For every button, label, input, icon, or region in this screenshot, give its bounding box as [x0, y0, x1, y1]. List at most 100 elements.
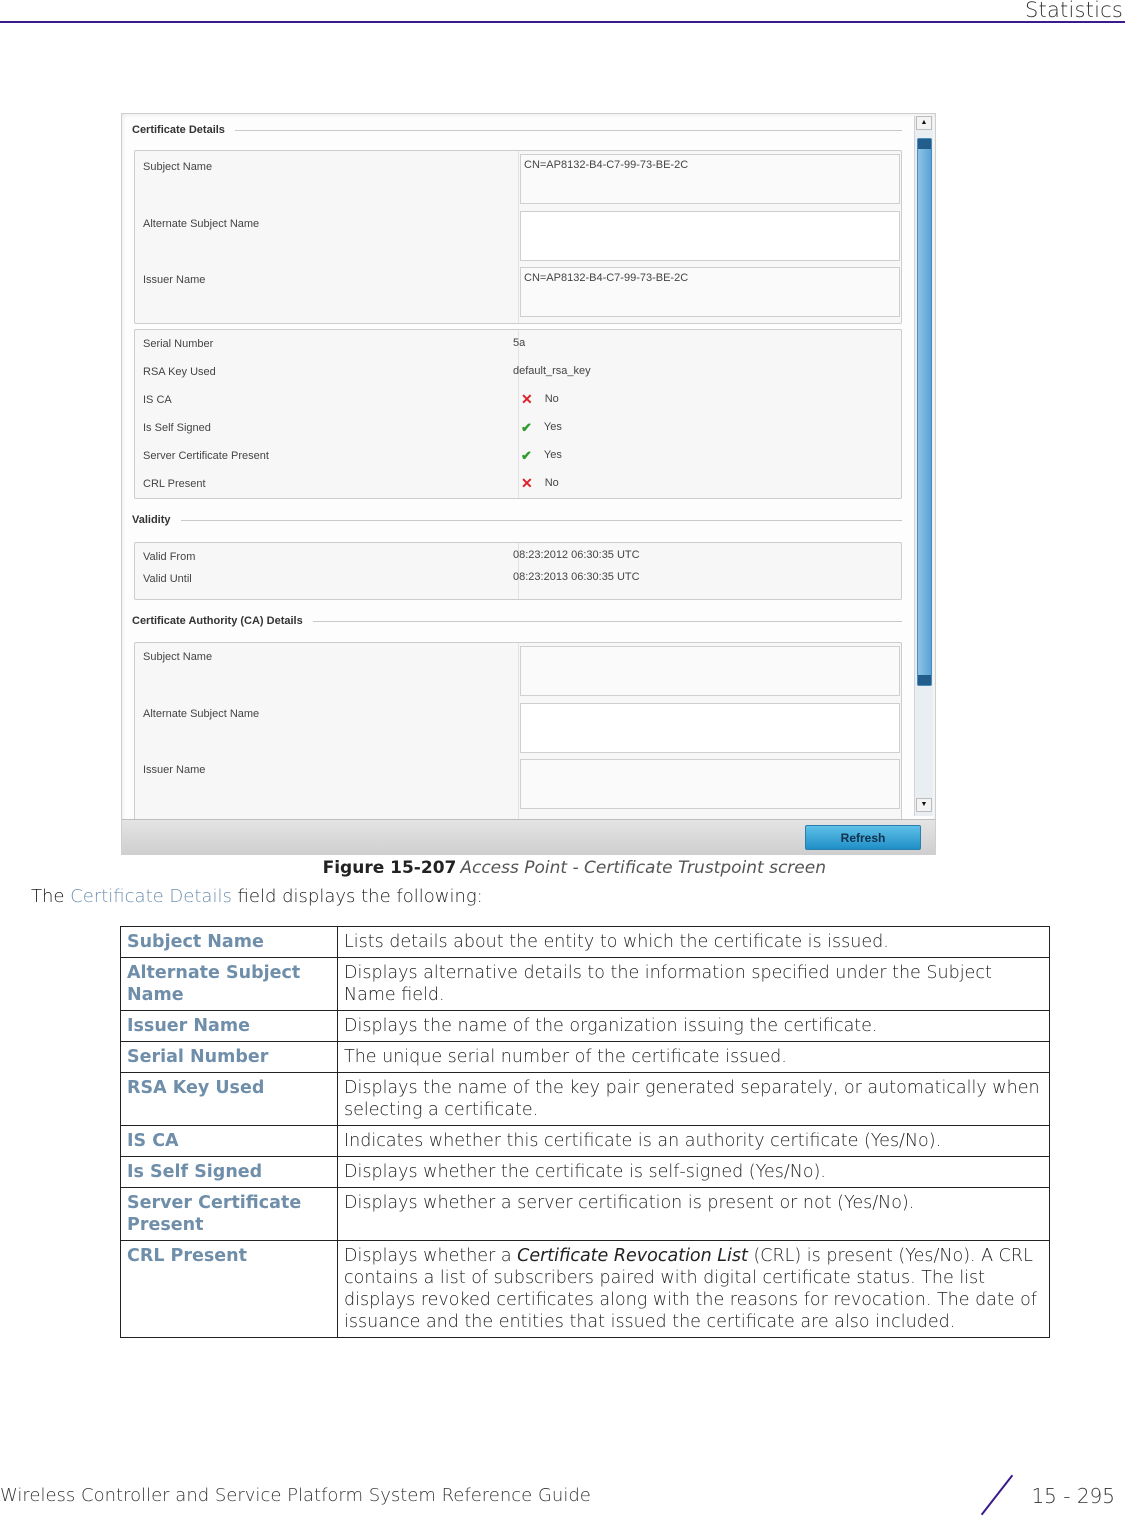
certificate-details-link[interactable]: Certificate Details — [70, 886, 232, 907]
property-value: default_rsa_key — [513, 365, 591, 377]
ca-alternate-subject-name-field[interactable] — [520, 703, 900, 753]
table-row: Serial Number The unique serial number of… — [120, 1041, 1050, 1073]
alternate-subject-name-field[interactable] — [520, 211, 900, 261]
term-cell: Server Certificate Present — [120, 1187, 338, 1241]
scroll-up-button[interactable]: ▲ — [916, 116, 932, 130]
check-icon: ✔ — [521, 447, 532, 463]
definition-pre: Displays whether a — [344, 1246, 518, 1266]
ca-alternate-subject-name-label: Alternate Subject Name — [143, 708, 260, 720]
figure-description: Access Point - Certificate Trustpoint sc… — [460, 858, 826, 878]
intro-paragraph: The Certificate Details field displays t… — [31, 886, 483, 907]
issuer-name-field[interactable]: CN=AP8132-B4-C7-99-73-BE-2C — [520, 267, 900, 317]
definition-cell: Displays whether the certificate is self… — [337, 1156, 1050, 1188]
property-value-text: No — [544, 477, 559, 489]
figure-number: Figure 15-207 — [322, 858, 457, 878]
certificate-details-group: Subject Name CN=AP8132-B4-C7-99-73-BE-2C… — [134, 150, 902, 324]
subject-name-field[interactable]: CN=AP8132-B4-C7-99-73-BE-2C — [520, 154, 900, 204]
valid-until-value: 08:23:2013 06:30:35 UTC — [513, 571, 640, 583]
term-cell: CRL Present — [120, 1240, 338, 1338]
column-divider — [518, 151, 519, 323]
definition-cell: Displays alternative details to the info… — [337, 957, 1050, 1011]
section-divider — [312, 620, 902, 622]
valid-until-label: Valid Until — [143, 573, 192, 585]
property-value-text: default_rsa_key — [513, 365, 591, 377]
property-value: ✕ No — [521, 474, 559, 491]
scroll-thumb[interactable] — [917, 138, 932, 686]
term-cell: IS CA — [120, 1125, 338, 1157]
definition-cell: Displays the name of the organization is… — [337, 1010, 1050, 1042]
table-row: Is Self Signed Displays whether the certi… — [120, 1156, 1050, 1188]
property-value: ✔ Yes — [521, 447, 562, 463]
subject-name-label: Subject Name — [143, 161, 213, 173]
panel-body: Certificate Details Subject Name CN=AP81… — [122, 114, 912, 819]
footer-slash-decoration — [980, 1474, 1014, 1516]
column-divider — [518, 330, 519, 498]
x-icon: ✕ — [521, 390, 533, 407]
property-label: RSA Key Used — [143, 366, 216, 378]
term-cell: Serial Number — [120, 1041, 338, 1073]
scroll-thumb-cap-bottom — [918, 675, 931, 685]
property-value-text: Yes — [543, 421, 562, 433]
property-value: ✔ Yes — [521, 419, 562, 435]
term-cell: Issuer Name — [120, 1010, 338, 1042]
table-row: RSA Key Used Displays the name of the key… — [120, 1072, 1050, 1126]
issuer-name-label: Issuer Name — [143, 274, 206, 286]
scroll-thumb-cap-top — [918, 139, 931, 149]
property-label: CRL Present — [143, 478, 206, 490]
definition-cell: Displays whether a Certificate Revocatio… — [337, 1240, 1050, 1338]
table-row: IS CA Indicates whether this certificate … — [120, 1125, 1050, 1157]
refresh-button[interactable]: Refresh — [805, 825, 921, 850]
property-value-text: No — [544, 393, 559, 405]
header-rule — [0, 21, 1125, 23]
table-row: Alternate Subject Name Displays alternati… — [120, 957, 1050, 1011]
property-value: 5a — [513, 337, 525, 349]
table-row: Issuer Name Displays the name of the orga… — [120, 1010, 1050, 1042]
definition-cell: Displays whether a server certification … — [337, 1187, 1050, 1241]
ca-subject-name-label: Subject Name — [143, 651, 213, 663]
ca-details-group: Subject Name Alternate Subject Name Issu… — [134, 642, 902, 819]
alternate-subject-name-label: Alternate Subject Name — [143, 218, 260, 230]
validity-group: Valid From 08:23:2012 06:30:35 UTC Valid… — [134, 542, 902, 600]
definition-cell: Displays the name of the key pair genera… — [337, 1072, 1050, 1126]
definition-cell: Lists details about the entity to which … — [337, 926, 1050, 958]
definition-cell: Indicates whether this certificate is an… — [337, 1125, 1050, 1157]
intro-prefix: The — [31, 886, 71, 907]
term-cell: Is Self Signed — [120, 1156, 338, 1188]
section-validity: Validity — [132, 514, 902, 526]
ca-subject-name-field[interactable] — [520, 646, 900, 696]
section-title: Certificate Details — [132, 124, 225, 136]
screen-footer-bar: Refresh — [122, 819, 935, 854]
definition-em: Certificate Revocation List — [517, 1246, 748, 1266]
page-number: 15 - 295 — [1031, 1484, 1115, 1508]
scroll-down-button[interactable]: ▼ — [916, 798, 932, 812]
guide-title: Wireless Controller and Service Platform… — [0, 1485, 591, 1506]
certificate-trustpoint-screen: Certificate Details Subject Name CN=AP81… — [121, 113, 936, 855]
property-value: ✕ No — [521, 390, 559, 407]
ca-issuer-name-label: Issuer Name — [143, 764, 206, 776]
vertical-scrollbar[interactable]: ▲ ▼ — [914, 116, 933, 816]
term-cell: Subject Name — [120, 926, 338, 958]
table-row: CRL Present Displays whether a Certificat… — [120, 1240, 1050, 1338]
intro-suffix: field displays the following: — [231, 886, 483, 907]
property-label: Serial Number — [143, 338, 214, 350]
section-divider — [180, 519, 902, 521]
field-description-table: Subject Name Lists details about the enti… — [120, 926, 1050, 1338]
term-cell: Alternate Subject Name — [120, 957, 338, 1011]
ca-issuer-name-field[interactable] — [520, 759, 900, 809]
term-cell: RSA Key Used — [120, 1072, 338, 1126]
property-label: Server Certificate Present — [143, 450, 269, 462]
section-title: Certificate Authority (CA) Details — [132, 615, 303, 627]
table-row: Subject Name Lists details about the enti… — [120, 926, 1050, 958]
section-certificate-details: Certificate Details — [132, 124, 902, 136]
x-icon: ✕ — [521, 474, 533, 491]
valid-from-label: Valid From — [143, 551, 196, 563]
section-divider — [234, 129, 902, 131]
page-header-title: Statistics — [1025, 0, 1123, 22]
property-value-text: Yes — [543, 449, 562, 461]
check-icon: ✔ — [521, 419, 532, 435]
figure-caption: Figure 15-207 Access Point - Certificate … — [0, 858, 826, 878]
column-divider — [518, 643, 519, 819]
definition-cell: The unique serial number of the certific… — [337, 1041, 1050, 1073]
property-value-text: 5a — [513, 337, 526, 349]
certificate-properties-group: Serial Number 5a RSA Key Used default_rsa_k… — [134, 329, 902, 499]
